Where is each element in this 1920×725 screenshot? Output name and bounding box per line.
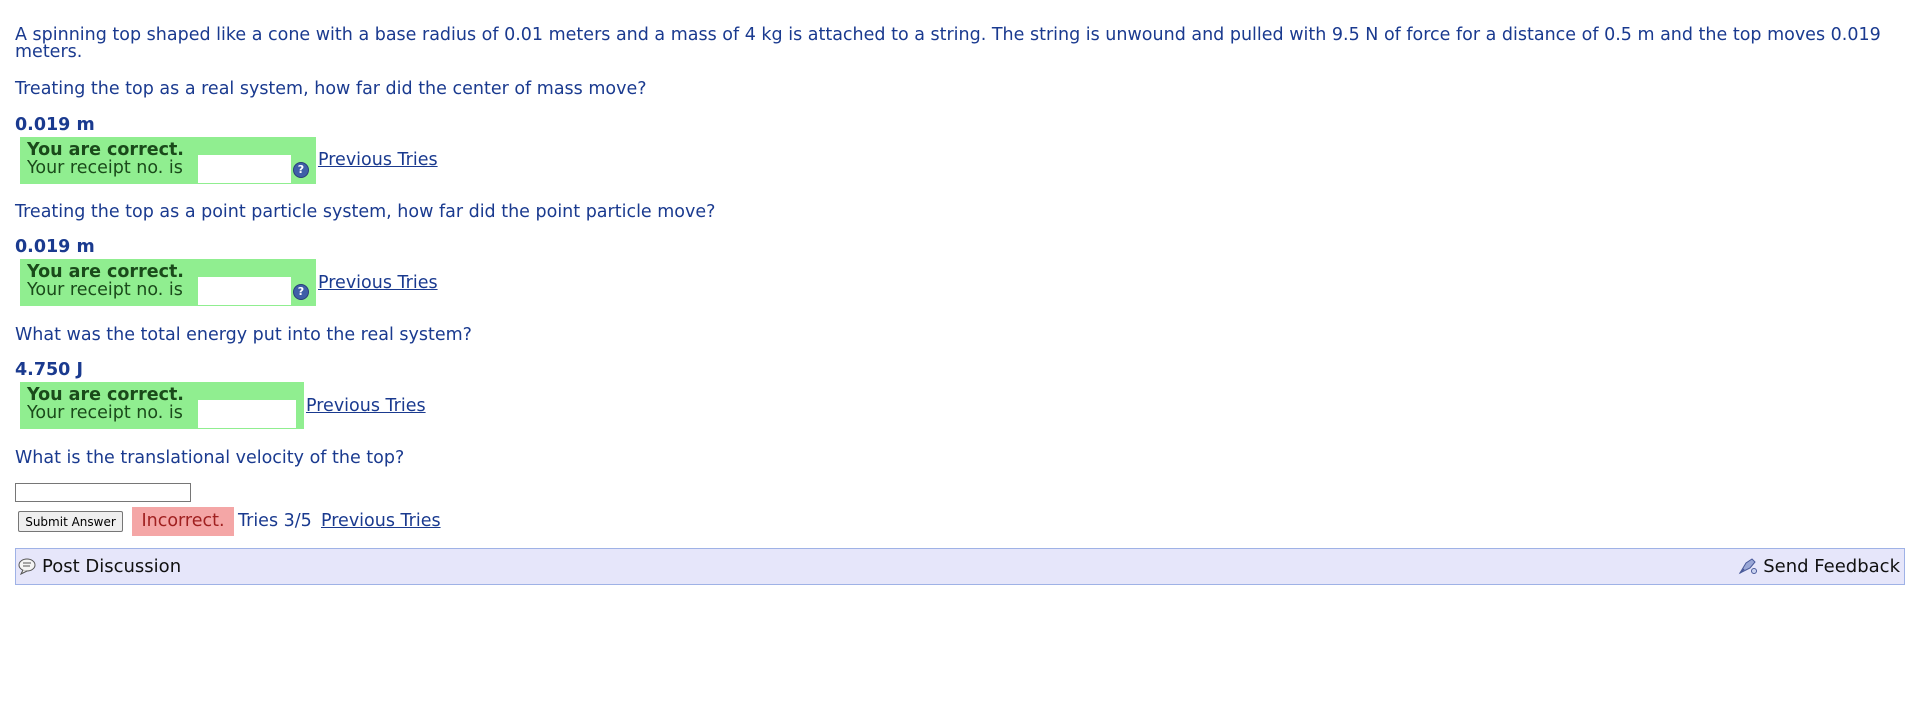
previous-tries-link-2[interactable]: Previous Tries [318, 273, 438, 293]
question-2: Treating the top as a point particle sys… [15, 202, 716, 222]
status-text: You are correct. [27, 385, 184, 405]
status-text: You are correct. [27, 262, 184, 282]
problem-page: A spinning top shaped like a cone with a… [0, 0, 1920, 725]
incorrect-badge: Incorrect. [132, 507, 234, 536]
correct-feedback-3: You are correct. Your receipt no. is [20, 382, 304, 429]
receipt-label: Your receipt no. is [27, 280, 183, 300]
submit-answer-button[interactable]: Submit Answer [18, 511, 123, 532]
question-3: What was the total energy put into the r… [15, 325, 472, 345]
previous-tries-link-3[interactable]: Previous Tries [306, 396, 426, 416]
correct-feedback-1: You are correct. Your receipt no. is ? [20, 137, 316, 184]
previous-tries-link-1[interactable]: Previous Tries [318, 150, 438, 170]
answer-2: 0.019 m [15, 237, 95, 257]
post-discussion-link[interactable]: Post Discussion [18, 557, 181, 577]
send-feedback-link[interactable]: Send Feedback [1738, 557, 1900, 577]
receipt-number [198, 400, 296, 428]
correct-feedback-2: You are correct. Your receipt no. is ? [20, 259, 316, 306]
receipt-number [198, 277, 291, 305]
post-discussion-label: Post Discussion [42, 556, 182, 577]
help-icon[interactable]: ? [293, 284, 309, 300]
question-4: What is the translational velocity of th… [15, 448, 405, 468]
problem-intro: A spinning top shaped like a cone with a… [15, 25, 1881, 62]
discussion-icon [18, 558, 36, 575]
help-icon[interactable]: ? [293, 162, 309, 178]
send-feedback-label: Send Feedback [1763, 556, 1900, 577]
discussion-feedback-bar: Post Discussion Send Feedback [15, 548, 1905, 585]
tries-counter: Tries 3/5 [238, 511, 312, 531]
answer-input[interactable] [15, 483, 191, 502]
question-1: Treating the top as a real system, how f… [15, 79, 647, 99]
receipt-label: Your receipt no. is [27, 158, 183, 178]
status-text: You are correct. [27, 140, 184, 160]
receipt-label: Your receipt no. is [27, 403, 183, 423]
answer-1: 0.019 m [15, 115, 95, 135]
answer-3: 4.750 J [15, 360, 83, 380]
receipt-number [198, 155, 291, 183]
feedback-icon [1738, 558, 1758, 575]
previous-tries-link-4[interactable]: Previous Tries [321, 511, 441, 531]
